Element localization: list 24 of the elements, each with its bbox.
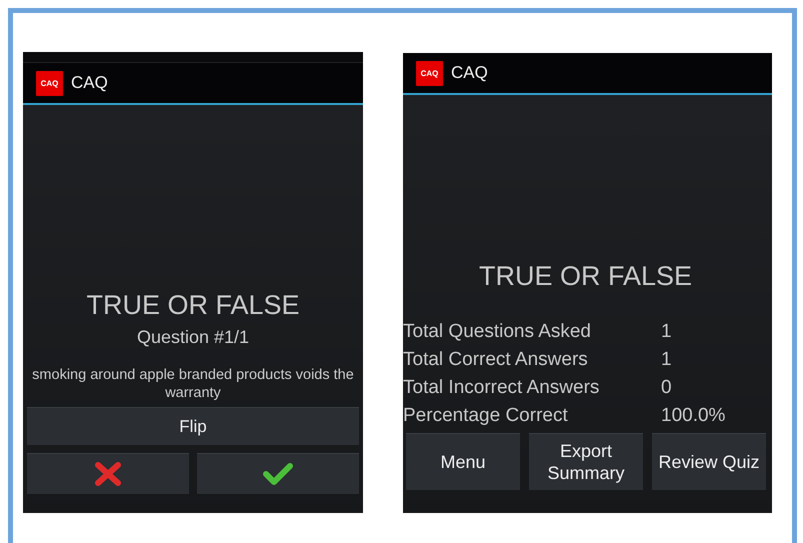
stat-label: Percentage Correct [403, 404, 569, 428]
question-text: smoking around apple branded products voids the warranty [31, 366, 355, 402]
cross-icon [94, 461, 122, 487]
summary-button[interactable]: Export Summary [529, 433, 643, 490]
stat-value: 0 [661, 376, 673, 400]
quiz-heading: TRUE OR FALSE [85, 290, 301, 321]
true-button[interactable] [197, 453, 359, 494]
stat-label: Total Correct Answers [403, 348, 589, 372]
stat-label: Total Incorrect Answers [403, 376, 600, 400]
app-logo: CAQ [36, 70, 63, 96]
question-number: Question #1/1 [136, 327, 250, 348]
stat-label: Total Questions Asked [403, 320, 592, 344]
checkmark-icon [263, 462, 293, 486]
false-button[interactable] [27, 453, 189, 494]
stat-value: 1 [661, 348, 673, 372]
stat-value: 1 [661, 320, 673, 344]
app-logo: CAQ [416, 60, 443, 86]
app-title: CAQ [71, 73, 108, 93]
stat-value: 100.0% [661, 404, 726, 428]
app-title: CAQ [451, 63, 488, 83]
summary-heading: TRUE OR FALSE [478, 261, 694, 292]
summary-button[interactable]: Menu [406, 433, 520, 490]
flip-button[interactable]: Flip [27, 407, 359, 445]
summary-button[interactable]: Review Quiz [652, 433, 766, 490]
